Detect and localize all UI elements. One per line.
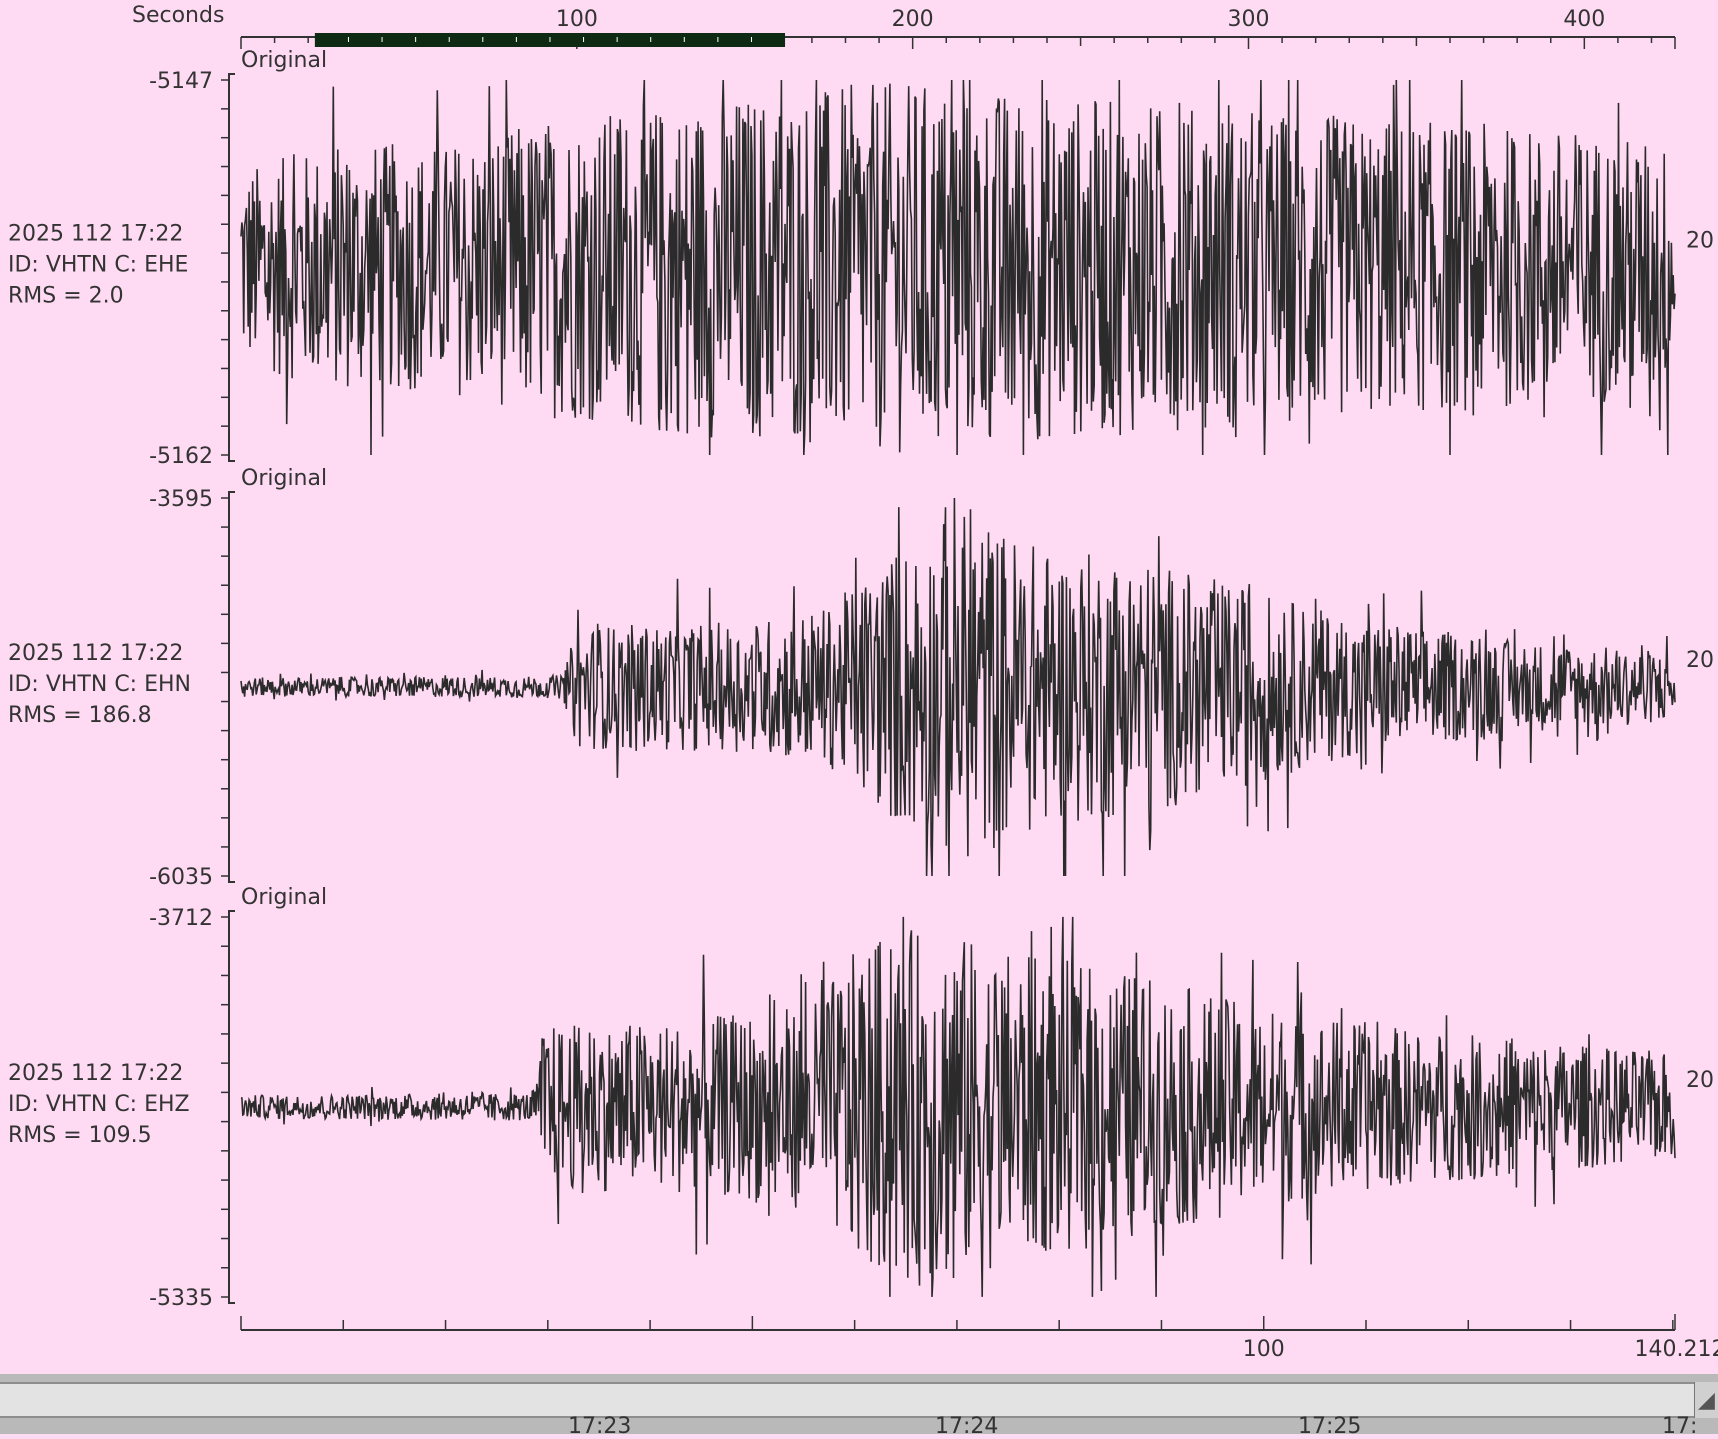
trace-date: 2025 112 17:22 [8,1061,183,1086]
seismogram-plot[interactable]: Seconds 100 200 300 400 Original -5147 -5162 2… [0,0,1718,1434]
trace-rms: RMS = 109.5 [8,1123,152,1148]
bottom-time-axis: 100 140.21223552 [240,1314,1718,1362]
trace-label: Original [241,885,327,910]
trace-rms: RMS = 186.8 [8,703,152,728]
top-axis-tick-label: 300 [1227,7,1269,32]
ymax-label: -3595 [149,487,213,512]
trace-date: 2025 112 17:22 [8,222,183,247]
amplitude-axis [228,73,235,462]
trace-label: Original [241,466,327,491]
trace-id: ID: VHTN C: EHE [8,253,188,278]
status-time-2: 17:24 [935,1414,999,1439]
trace-id: ID: VHTN C: EHZ [8,1092,190,1117]
trace-panel-3[interactable]: Original -3712 -5335 2025 112 17:22 ID: VHTN… [8,885,1714,1311]
trace-label: Original [241,48,327,73]
top-axis-tick-label: 100 [556,7,598,32]
trace-panel-1[interactable]: Original -5147 -5162 2025 112 17:22 ID: VHTN… [8,48,1714,469]
trace-panel-2[interactable]: Original -3595 -6035 2025 112 17:22 ID: VHTN… [8,466,1714,890]
ymin-label: -6035 [149,865,213,890]
top-axis-tick-label: 200 [892,7,934,32]
trace-right-label: 20 [1686,229,1714,254]
waveform-trace [240,497,1676,877]
ymin-label: -5162 [149,444,213,469]
status-time-1: 17:23 [568,1414,632,1439]
horizontal-scrollbar[interactable] [0,1382,1694,1418]
bottom-axis-tick-label: 140.21223552 [1635,1337,1718,1362]
trace-id: ID: VHTN C: EHN [8,672,191,697]
waveform-trace [240,916,1676,1297]
top-time-axis: Seconds 100 200 300 400 [132,3,1676,49]
amplitude-axis [228,491,235,883]
bottom-axis-tick-label: 100 [1243,1337,1285,1362]
waveform-trace [240,79,1676,456]
status-time-3: 17:25 [1298,1414,1362,1439]
trace-rms: RMS = 2.0 [8,284,124,309]
resize-grip-icon[interactable]: ◢ [1698,1388,1715,1413]
trace-right-label: 20 [1686,648,1714,673]
trace-right-label: 20 [1686,1068,1714,1093]
ymax-label: -5147 [149,69,213,94]
status-time-4: 17: [1662,1414,1698,1439]
top-axis-label: Seconds [132,3,224,28]
ymax-label: -3712 [149,906,213,931]
top-axis-tick-label: 400 [1563,7,1605,32]
trace-date: 2025 112 17:22 [8,641,183,666]
ymin-label: -5335 [149,1286,213,1311]
amplitude-axis [228,910,235,1304]
